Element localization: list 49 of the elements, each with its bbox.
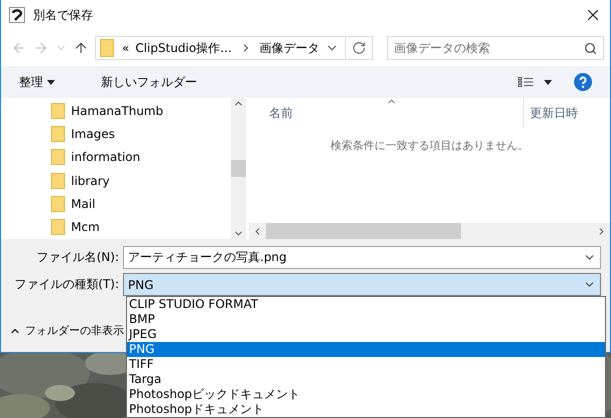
up-icon[interactable] (73, 40, 89, 56)
scroll-thumb[interactable] (266, 223, 461, 239)
field-label: ファイル名(N): (36, 249, 120, 266)
organize-button[interactable]: 整理 (19, 74, 55, 90)
folder-icon (51, 196, 65, 212)
column-header[interactable]: 更新日時 (530, 105, 610, 128)
file-type-option[interactable]: BMP (127, 312, 605, 327)
file-type-option[interactable]: Photoshopドキュメント (127, 402, 605, 417)
folder-icon (51, 149, 65, 166)
folder-icon (100, 39, 114, 57)
folder-name[interactable]: Mail (71, 196, 96, 211)
folder-name[interactable]: library (71, 174, 110, 188)
file-type-option[interactable]: TIFF (127, 357, 605, 372)
field-label: ファイルの種類(T): (13, 276, 120, 293)
scroll-thumb[interactable] (231, 160, 246, 177)
folder-name[interactable]: HamanaThumb (71, 104, 164, 118)
horizontal-scrollbar[interactable] (249, 223, 610, 239)
folder-icon (51, 126, 65, 142)
app-logo-icon (9, 7, 25, 23)
folder-icon (51, 102, 65, 119)
empty-message: 検索条件に一致する項目はありません。 (330, 139, 528, 152)
search-placeholder: 画像データの検索 (394, 40, 491, 56)
refresh-icon[interactable] (352, 41, 366, 55)
caret-icon (47, 80, 55, 84)
new-folder-button[interactable]: 新しいフォルダー (101, 74, 197, 90)
breadcrumb-item[interactable]: ClipStudio操作... (135, 40, 232, 56)
address-bar[interactable]: « ClipStudio操作... 画像データ (95, 36, 373, 60)
file-type-option[interactable]: Targa (127, 372, 605, 387)
hide-folders-button[interactable]: フォルダーの非表示 (9, 323, 124, 338)
folder-name[interactable]: Mcm (71, 220, 100, 234)
search-field[interactable]: 画像データの検索 (387, 36, 604, 60)
overflow-chevron[interactable]: « (122, 41, 130, 55)
file-name-field[interactable]: アーティチョークの写真.png (123, 246, 601, 269)
file-type-option[interactable]: PNG (127, 342, 605, 357)
folder-icon (51, 219, 65, 236)
file-type-option[interactable]: CLIP STUDIO FORMAT (127, 297, 605, 312)
column-header[interactable]: 名前 (249, 105, 293, 128)
view-options-icon[interactable] (518, 77, 552, 87)
folder-icon (51, 172, 65, 189)
folder-name[interactable]: information (71, 150, 140, 164)
breadcrumb-item[interactable]: 画像データ (260, 40, 320, 56)
window-title: 別名で保存 (33, 6, 94, 24)
file-type-option[interactable]: Photoshopビックドキュメント (127, 387, 605, 402)
vertical-scrollbar[interactable] (231, 98, 246, 239)
folder-name[interactable]: Images (71, 126, 115, 141)
search-icon (584, 42, 597, 54)
help-icon[interactable] (574, 73, 592, 91)
file-type-dropdown[interactable]: PNG (123, 273, 601, 296)
file-type-option[interactable]: JPEG (127, 327, 605, 342)
